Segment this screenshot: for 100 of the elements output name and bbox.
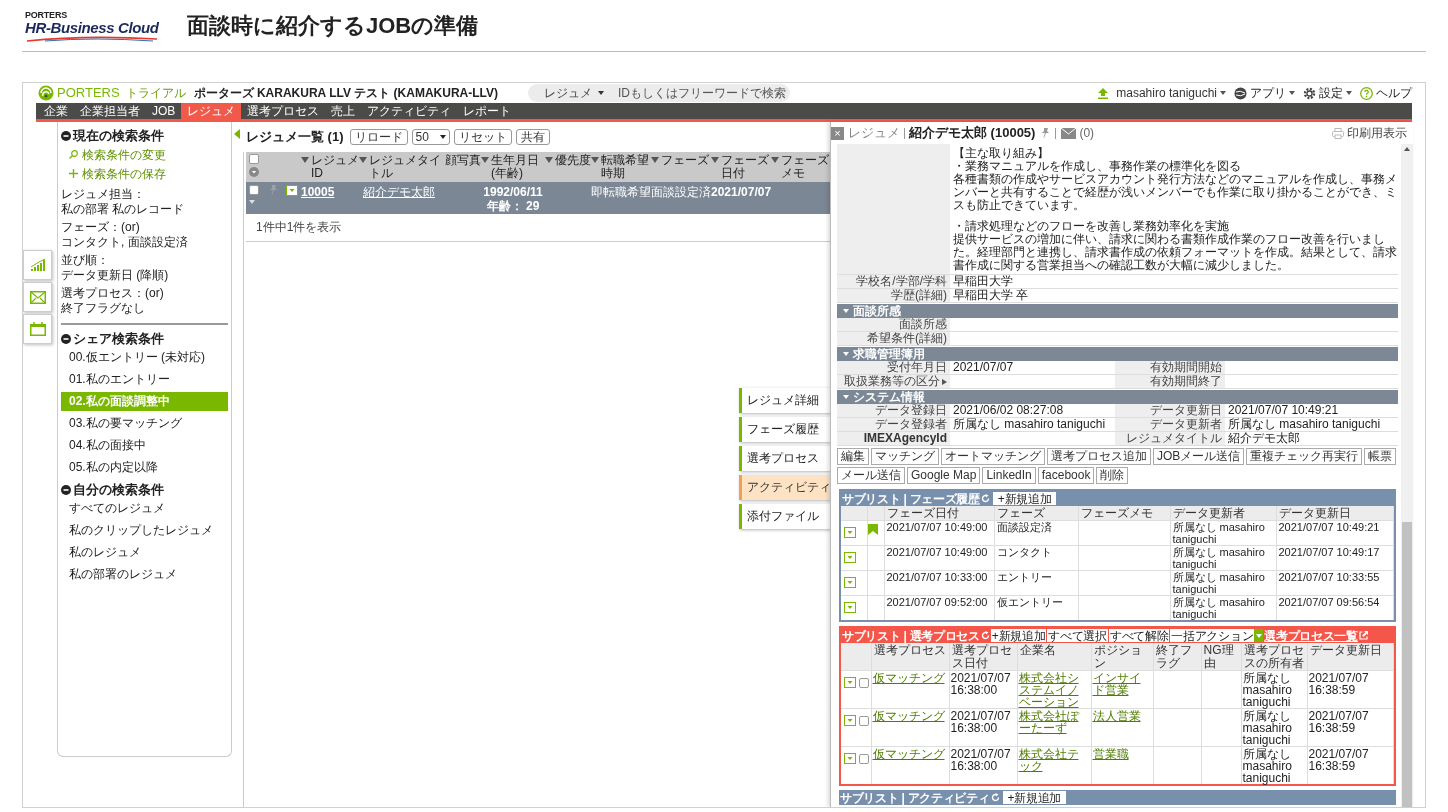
sort-icon[interactable]	[359, 157, 367, 163]
nav-tab[interactable]: 企業	[38, 103, 74, 119]
column-header[interactable]: 企業名	[1019, 644, 1089, 657]
column-header[interactable]: データ更新日	[1309, 644, 1391, 657]
rail-button[interactable]	[23, 250, 52, 280]
scrollbar[interactable]	[1401, 144, 1413, 807]
dropdown-icon[interactable]	[844, 552, 856, 563]
toolbar-button[interactable]: リロード	[349, 129, 408, 145]
action-button[interactable]: LinkedIn	[982, 467, 1036, 484]
sort-icon[interactable]	[771, 157, 779, 163]
collapse-icon[interactable]	[61, 333, 71, 344]
action-button[interactable]: facebook	[1037, 467, 1095, 484]
process-link[interactable]: 仮マッチング	[872, 748, 948, 760]
apps-menu[interactable]: アプリ	[1234, 84, 1295, 102]
company-link[interactable]: 株式会社ぽーたーず	[1018, 710, 1090, 734]
sort-icon[interactable]	[301, 157, 309, 163]
column-header[interactable]: レジュメID	[311, 154, 359, 180]
action-button[interactable]: JOBメール送信	[1153, 448, 1245, 465]
resume-title-link[interactable]: 紹介デモ太郎	[363, 185, 435, 199]
column-header[interactable]: フェーズ日付	[886, 506, 959, 520]
column-header[interactable]: 選考プロセス	[873, 644, 947, 657]
search-preset-item[interactable]: 01.私のエントリー	[61, 370, 228, 389]
close-button[interactable]: ×	[831, 126, 844, 140]
column-header[interactable]: 終了フラグ	[1155, 644, 1199, 670]
help-menu[interactable]: ヘルプ	[1360, 84, 1412, 102]
sort-icon[interactable]	[711, 157, 719, 163]
nav-tab[interactable]: 売上	[325, 103, 362, 119]
section-header[interactable]: 面談所感	[837, 304, 1398, 318]
rail-button[interactable]	[23, 314, 52, 344]
search-preset-item[interactable]: 私のレジュメ	[61, 543, 228, 562]
dropdown-icon[interactable]	[844, 753, 856, 764]
add-button[interactable]: +新規追加	[1002, 791, 1067, 804]
resume-id-link[interactable]: 10005	[301, 185, 335, 199]
checkbox[interactable]	[859, 715, 869, 726]
search-bar[interactable]: レジュメ IDもしくはフリーワードで検索	[528, 84, 791, 102]
user-menu[interactable]: masahiro taniguchi	[1116, 84, 1226, 102]
settings-menu[interactable]: 設定	[1303, 84, 1352, 102]
dropdown-icon[interactable]	[844, 602, 856, 613]
search-preset-item[interactable]: 私のクリップしたレジュメ	[61, 521, 228, 540]
pin-icon[interactable]	[1041, 128, 1051, 138]
column-header[interactable]: 選考プロセスの所有者	[1243, 644, 1305, 670]
position-link[interactable]: 法人営業	[1092, 710, 1152, 722]
toolbar-button[interactable]: 共有	[515, 129, 550, 145]
nav-tab[interactable]: 企業担当者	[74, 103, 146, 119]
column-header[interactable]: 生年月日(年齢)	[491, 154, 545, 180]
dropdown-icon[interactable]	[844, 527, 856, 538]
refresh-icon[interactable]	[980, 494, 990, 503]
column-header[interactable]: フェーズ	[996, 506, 1045, 520]
action-button[interactable]: 重複チェック再実行	[1246, 448, 1363, 465]
nav-tab[interactable]: レポート	[457, 103, 518, 119]
action-button[interactable]: 編集	[837, 448, 869, 465]
dropdown-icon[interactable]	[844, 577, 856, 588]
condition-action-link[interactable]: 検索条件の変更	[61, 145, 228, 164]
process-link[interactable]: 仮マッチング	[872, 710, 948, 722]
mail-icon[interactable]	[1061, 127, 1077, 139]
search-preset-item[interactable]: すべてのレジュメ	[61, 499, 228, 518]
search-preset-item[interactable]: 00.仮エントリー (未対応)	[61, 348, 228, 367]
action-button[interactable]: マッチング	[871, 448, 939, 465]
search-preset-item[interactable]: 04.私の面接中	[61, 436, 228, 455]
position-link[interactable]: 営業職	[1092, 748, 1152, 760]
column-header[interactable]: 顔写真	[445, 154, 481, 167]
column-header[interactable]: データ更新者	[1172, 506, 1245, 520]
sublist-button[interactable]: すべて解除	[1108, 629, 1170, 642]
page-size-select[interactable]: 50	[411, 129, 450, 145]
checkbox[interactable]	[249, 154, 259, 164]
toolbar-button[interactable]: リセット	[453, 129, 512, 145]
action-button[interactable]: 選考プロセス追加	[1047, 448, 1151, 465]
checkbox[interactable]	[859, 677, 869, 688]
column-header[interactable]: 選考プロセス日付	[951, 644, 1015, 670]
menu-circle-icon[interactable]	[249, 167, 259, 177]
column-header[interactable]: ポジション	[1093, 644, 1151, 670]
search-preset-item[interactable]: 03.私の要マッチング	[61, 414, 228, 433]
column-header[interactable]: 優先度	[555, 154, 591, 167]
section-header[interactable]: 求職管理簿用	[837, 347, 1398, 361]
company-link[interactable]: 株式会社システムイノベーション	[1018, 672, 1090, 708]
table-row[interactable]: 10005 紹介デモ太郎 1992/06/11 年齢： 29 即転職希望面談設定済2021/07/07	[246, 182, 830, 214]
bulk-action-select[interactable]: 一括アクション	[1170, 629, 1264, 642]
action-button[interactable]: 削除	[1096, 467, 1129, 484]
section-header[interactable]: システム情報	[837, 390, 1398, 404]
action-button[interactable]: Google Map	[907, 467, 981, 484]
column-header[interactable]: フェーズメモ	[781, 154, 830, 180]
sort-icon[interactable]	[481, 157, 489, 163]
collapse-icon[interactable]	[61, 130, 71, 141]
sublist-button[interactable]: +新規追加	[990, 629, 1047, 642]
add-button[interactable]: +新規追加	[992, 492, 1057, 505]
action-button[interactable]: オートマッチング	[941, 448, 1045, 465]
column-header[interactable]: NG理由	[1203, 644, 1239, 670]
expand-icon[interactable]	[942, 378, 947, 385]
sort-icon[interactable]	[545, 157, 553, 163]
dropdown-icon[interactable]	[844, 677, 856, 688]
dropdown-icon[interactable]	[286, 185, 298, 196]
column-header[interactable]: データ更新日	[1278, 506, 1351, 520]
column-header[interactable]: 転職希望時期	[601, 154, 651, 180]
nav-tab[interactable]: JOB	[146, 103, 182, 119]
nav-tab[interactable]: アクティビティ	[361, 103, 458, 119]
rail-button[interactable]	[23, 282, 52, 312]
column-header[interactable]: フェーズメモ	[1080, 506, 1153, 520]
nav-tab[interactable]: 選考プロセス	[241, 103, 326, 119]
checkbox[interactable]	[859, 753, 869, 764]
upload-icon[interactable]	[1098, 87, 1109, 99]
